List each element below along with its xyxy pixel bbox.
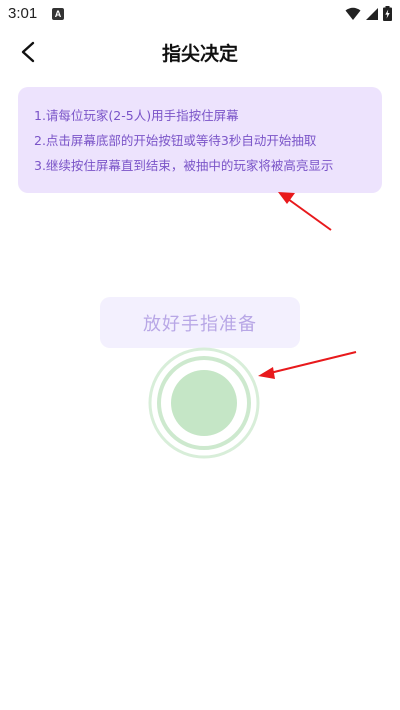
finger-touch-target[interactable]	[148, 347, 260, 459]
status-icons	[345, 6, 392, 21]
finger-touch-circle	[148, 347, 260, 459]
annotation-arrow-circle	[258, 351, 357, 379]
ready-label: 放好手指准备	[143, 313, 257, 335]
header-bar: 指尖决定	[0, 30, 400, 74]
annotation-arrow-instructions	[278, 192, 332, 231]
page-title: 指尖决定	[161, 43, 238, 65]
signal-icon	[366, 7, 378, 20]
instruction-line-2: 2.点击屏幕底部的开始按钮或等待3秒自动开始抽取	[34, 133, 317, 148]
a-badge-icon: A	[52, 8, 64, 20]
status-bar: 3:01 A	[0, 0, 400, 28]
battery-charging-icon	[383, 6, 392, 21]
instructions-panel: 1.请每位玩家(2-5人)用手指按住屏幕 2.点击屏幕底部的开始按钮或等待3秒自…	[18, 87, 382, 193]
instruction-line-1: 1.请每位玩家(2-5人)用手指按住屏幕	[34, 108, 239, 123]
wifi-icon	[345, 7, 361, 20]
instruction-line-3: 3.继续按住屏幕直到结束，被抽中的玩家将被高亮显示	[34, 158, 334, 173]
app-screen: 3:01 A 指尖决定 1.请每位玩家(2-5人)用手指按住屏幕 2.点击屏幕底	[0, 0, 400, 710]
ready-status: 放好手指准备	[100, 297, 300, 348]
status-time: 3:01	[8, 5, 38, 22]
